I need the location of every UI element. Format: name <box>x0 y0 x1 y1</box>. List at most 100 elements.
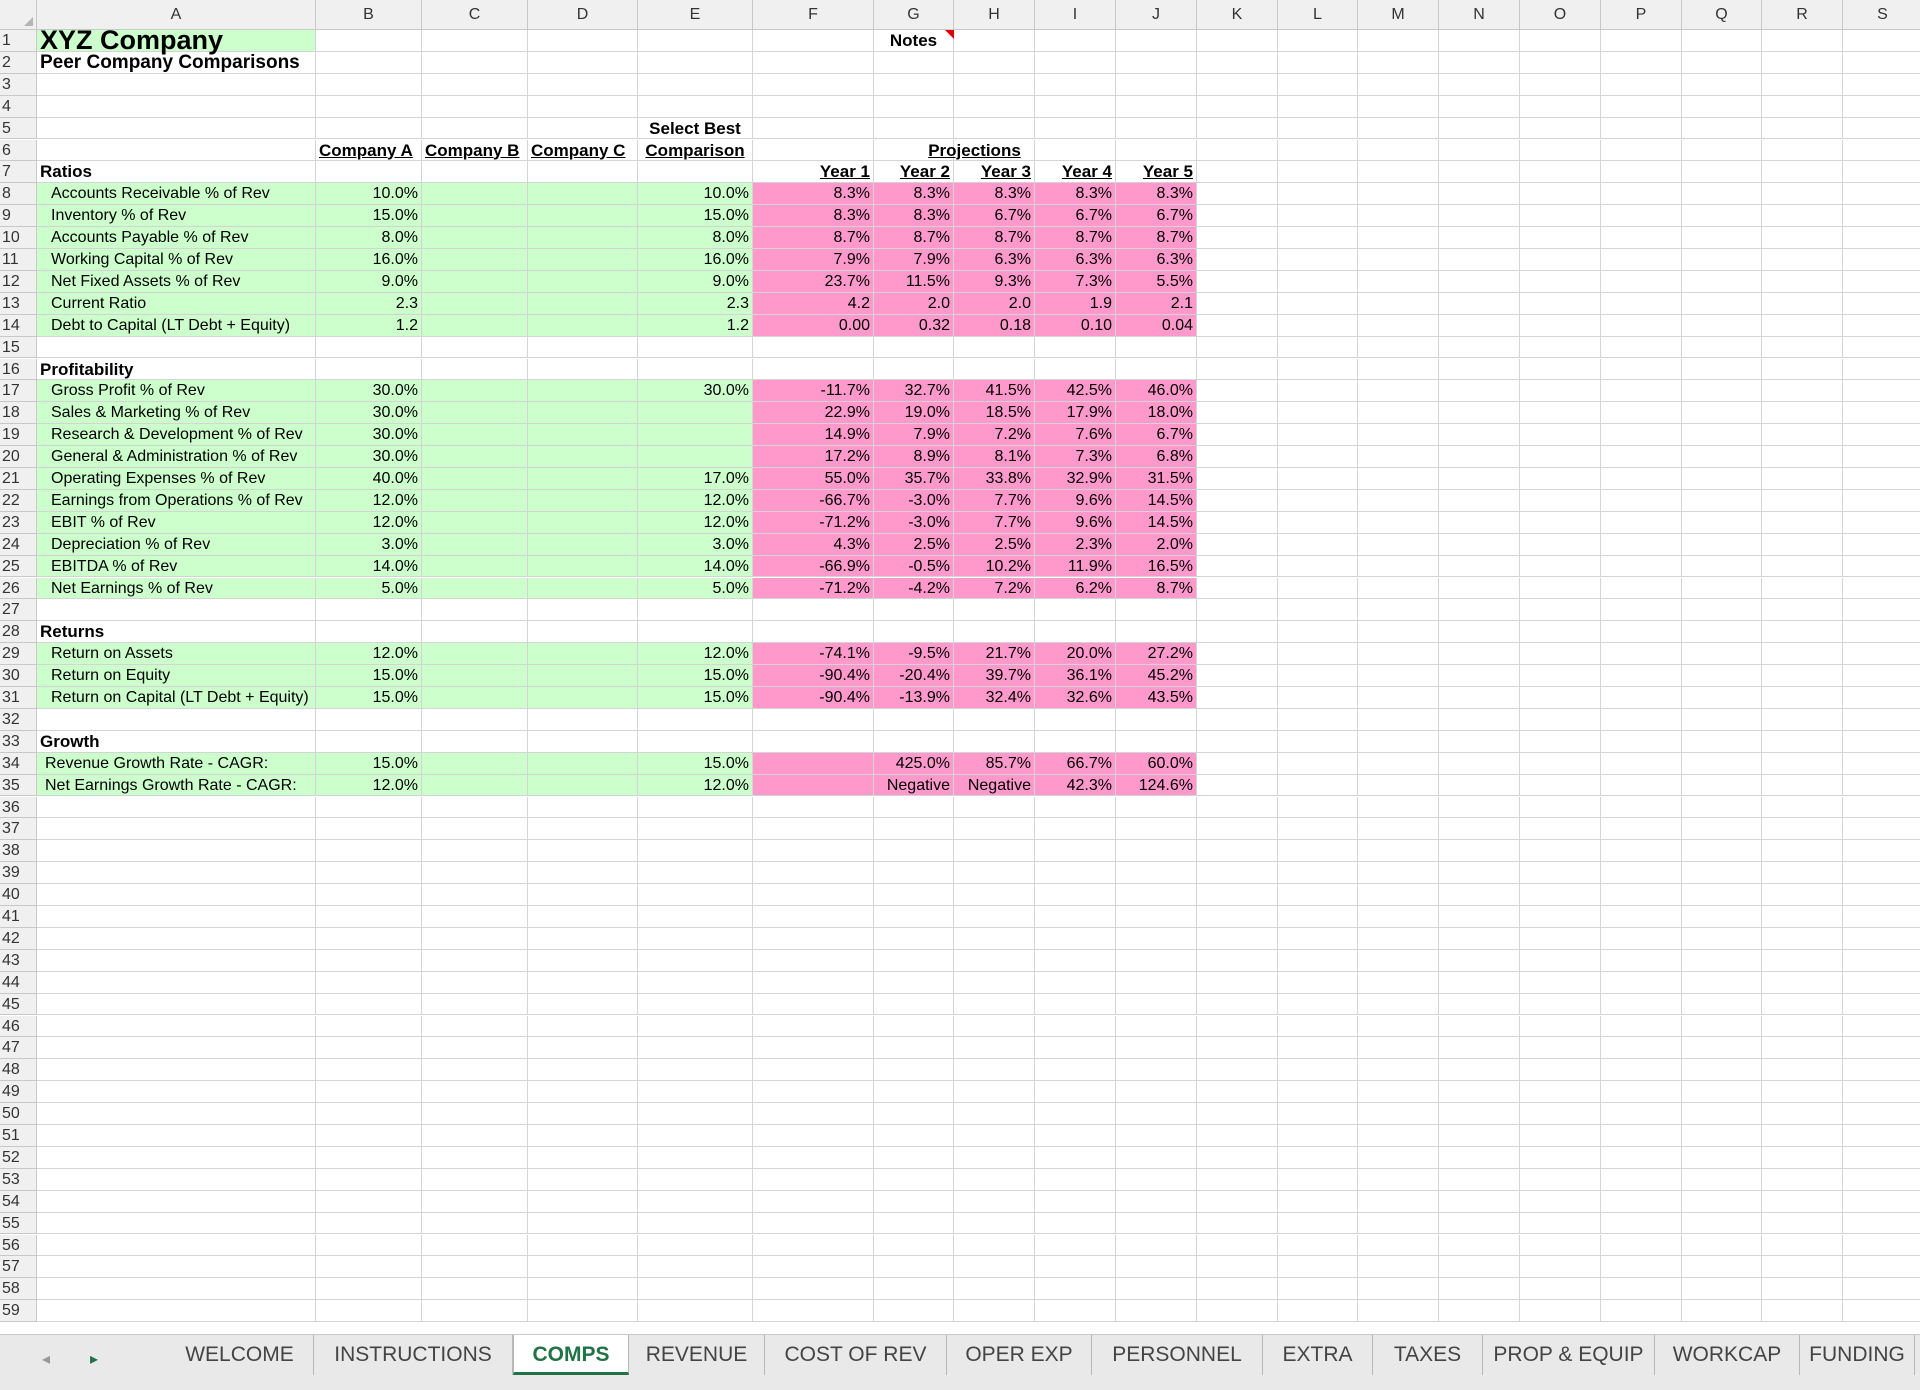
grid-cell[interactable] <box>528 599 638 622</box>
projection-value[interactable]: 35.7% <box>874 468 954 490</box>
grid-cell[interactable] <box>1762 1212 1843 1235</box>
company-c-value[interactable] <box>528 468 638 490</box>
grid-cell[interactable] <box>37 1125 316 1147</box>
grid-cell[interactable] <box>1278 862 1358 885</box>
row-header[interactable]: 36 <box>0 796 37 819</box>
grid-cell[interactable] <box>528 1212 638 1235</box>
grid-cell[interactable] <box>1358 862 1439 885</box>
company-a-value[interactable]: 1.2 <box>316 314 422 337</box>
grid-cell[interactable] <box>874 1125 954 1147</box>
grid-cell[interactable] <box>422 599 528 622</box>
grid-cell[interactable] <box>954 818 1035 841</box>
grid-cell[interactable] <box>1601 227 1682 249</box>
company-c-value[interactable] <box>528 511 638 534</box>
row-header[interactable]: 24 <box>0 533 37 556</box>
grid-cell[interactable] <box>1358 906 1439 928</box>
projection-value[interactable]: 41.5% <box>954 380 1035 403</box>
grid-cell[interactable] <box>1278 292 1358 315</box>
projection-value[interactable]: 8.7% <box>954 227 1035 249</box>
grid-cell[interactable] <box>753 730 874 753</box>
grid-cell[interactable] <box>753 1081 874 1104</box>
grid-cell[interactable] <box>1439 621 1520 644</box>
grid-cell[interactable] <box>316 1015 422 1038</box>
grid-cell[interactable] <box>638 599 753 622</box>
spreadsheet-grid[interactable]: ABCDEFGHIJKLMNOPQRS 1 2 3 4 5 6 7 8 9 10 11 12 13 14 1… <box>0 0 1920 1334</box>
grid-cell[interactable] <box>1278 1234 1358 1257</box>
grid-cell[interactable] <box>874 993 954 1016</box>
grid-cell[interactable] <box>638 906 753 928</box>
company-a-value[interactable]: 10.0% <box>316 183 422 206</box>
grid-cell[interactable] <box>1682 577 1762 600</box>
grid-cell[interactable] <box>1843 665 1920 687</box>
grid-cell[interactable] <box>954 730 1035 753</box>
best-comparison-value[interactable]: 15.0% <box>638 665 753 687</box>
grid-cell[interactable] <box>528 51 638 74</box>
metric-label[interactable]: Net Earnings Growth Rate - CAGR: <box>37 774 316 797</box>
projection-value[interactable]: 2.0% <box>1116 533 1197 556</box>
grid-cell[interactable] <box>1520 1125 1601 1147</box>
grid-cell[interactable] <box>874 1059 954 1082</box>
grid-cell[interactable] <box>1601 30 1682 52</box>
row-header[interactable]: 26 <box>0 577 37 600</box>
grid-cell[interactable] <box>1197 1190 1278 1213</box>
projection-value[interactable]: 45.2% <box>1116 665 1197 687</box>
grid-cell[interactable] <box>1278 796 1358 819</box>
grid-cell[interactable] <box>638 1168 753 1191</box>
grid-cell[interactable] <box>1682 927 1762 950</box>
grid-cell[interactable] <box>753 30 874 52</box>
projection-value[interactable]: 14.5% <box>1116 511 1197 534</box>
column-header[interactable]: S <box>1843 0 1920 30</box>
grid-cell[interactable] <box>1682 1278 1762 1301</box>
grid-cell[interactable] <box>1116 1212 1197 1235</box>
projection-value[interactable]: 425.0% <box>874 752 954 775</box>
grid-cell[interactable] <box>954 1015 1035 1038</box>
grid-cell[interactable] <box>874 621 954 644</box>
scroll-right-icon[interactable]: ▸ <box>90 1349 98 1369</box>
grid-cell[interactable] <box>1278 971 1358 994</box>
grid-cell[interactable] <box>1682 971 1762 994</box>
grid-cell[interactable] <box>1520 884 1601 906</box>
grid-cell[interactable] <box>874 1015 954 1038</box>
grid-cell[interactable] <box>1520 468 1601 490</box>
grid-cell[interactable] <box>37 1059 316 1082</box>
company-c-value[interactable] <box>528 774 638 797</box>
company-b-value[interactable] <box>422 511 528 534</box>
metric-label[interactable]: Revenue Growth Rate - CAGR: <box>37 752 316 775</box>
row-header[interactable]: 56 <box>0 1234 37 1257</box>
projection-value[interactable]: 2.1 <box>1116 292 1197 315</box>
grid-cell[interactable] <box>1843 117 1920 140</box>
grid-cell[interactable] <box>1762 51 1843 74</box>
grid-cell[interactable] <box>37 818 316 841</box>
grid-cell[interactable] <box>1601 1300 1682 1323</box>
grid-cell[interactable] <box>1439 468 1520 490</box>
grid-cell[interactable] <box>1197 1103 1278 1125</box>
projection-value[interactable]: 32.9% <box>1035 468 1116 490</box>
row-header[interactable]: 31 <box>0 687 37 709</box>
metric-label[interactable]: Inventory % of Rev <box>37 205 316 228</box>
grid-cell[interactable] <box>753 862 874 885</box>
projection-value[interactable]: -0.5% <box>874 555 954 578</box>
grid-cell[interactable] <box>1358 1103 1439 1125</box>
grid-cell[interactable] <box>1278 468 1358 490</box>
grid-cell[interactable] <box>528 1059 638 1082</box>
grid-cell[interactable] <box>1035 1059 1116 1082</box>
grid-cell[interactable] <box>753 708 874 731</box>
company-a-value[interactable]: 30.0% <box>316 402 422 425</box>
grid-cell[interactable] <box>1116 95 1197 118</box>
grid-cell[interactable] <box>1358 665 1439 687</box>
grid-cell[interactable] <box>1358 205 1439 228</box>
grid-cell[interactable] <box>753 1256 874 1279</box>
grid-cell[interactable] <box>1601 51 1682 74</box>
best-comparison-value[interactable]: 8.0% <box>638 227 753 249</box>
grid-cell[interactable] <box>1762 1037 1843 1060</box>
grid-cell[interactable] <box>1843 1081 1920 1104</box>
projection-value[interactable]: 8.3% <box>753 183 874 206</box>
grid-cell[interactable] <box>37 1103 316 1125</box>
projection-value[interactable]: Negative <box>874 774 954 797</box>
grid-cell[interactable] <box>316 862 422 885</box>
row-header[interactable]: 29 <box>0 643 37 666</box>
company-a-value[interactable]: 14.0% <box>316 555 422 578</box>
projection-value[interactable]: 36.1% <box>1035 665 1116 687</box>
metric-label[interactable]: Earnings from Operations % of Rev <box>37 489 316 512</box>
grid-cell[interactable] <box>1601 730 1682 753</box>
